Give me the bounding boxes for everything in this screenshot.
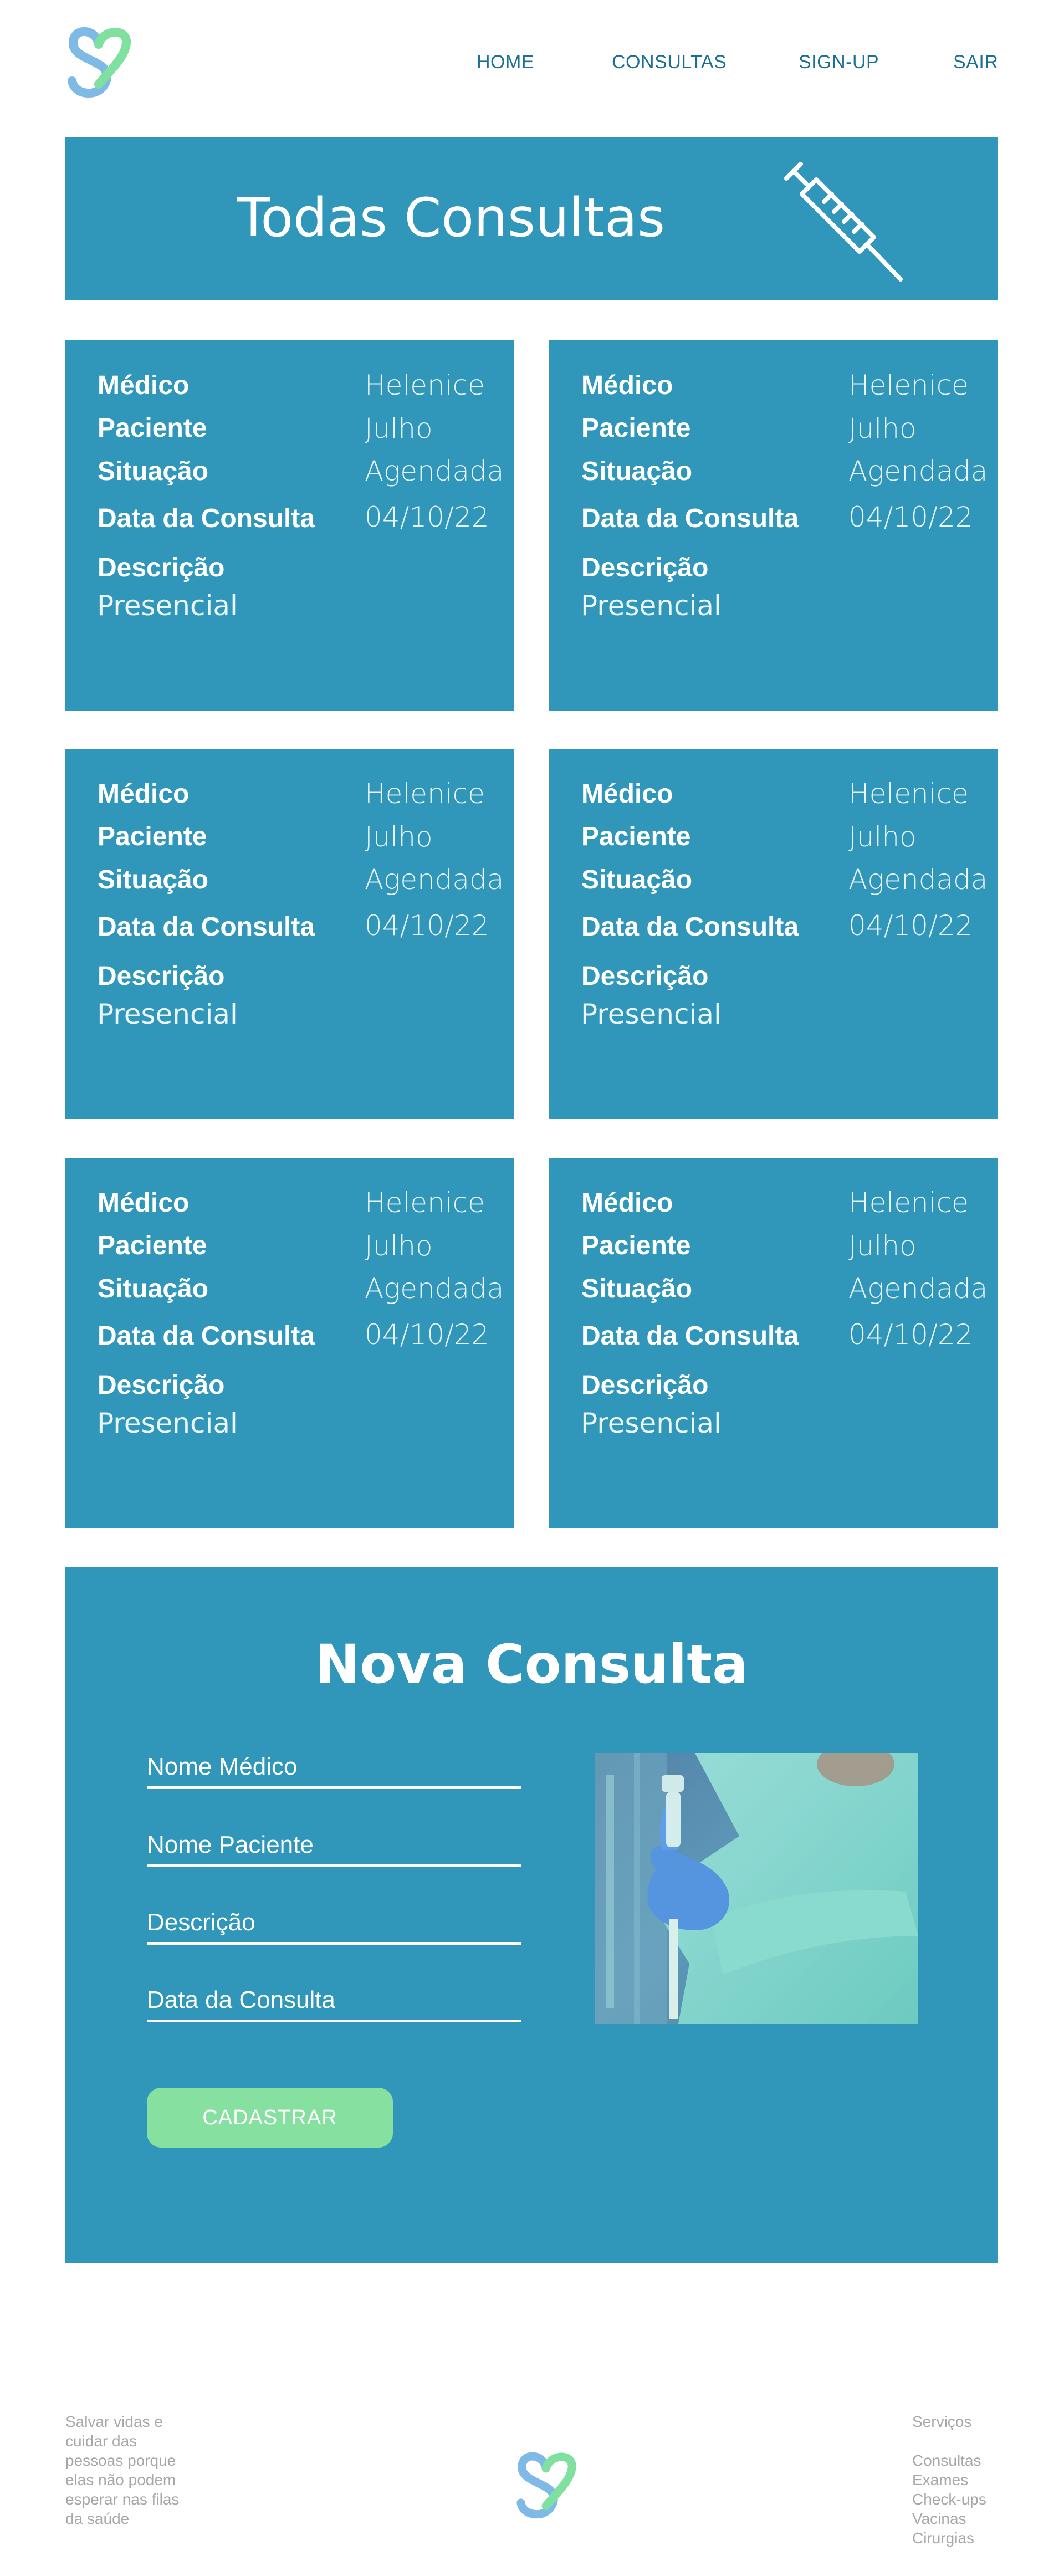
footer-link-consultas[interactable]: Consultas — [912, 2451, 1023, 2470]
data-value: 04/10/22 — [365, 909, 489, 942]
medico-value: Helenice — [365, 1187, 485, 1219]
data-label: Data da Consulta — [98, 504, 315, 533]
situacao-value: Agendada — [365, 1272, 504, 1305]
medico-label: Médico — [98, 779, 190, 809]
heart-s-logo-icon[interactable] — [514, 2449, 580, 2519]
descricao-value: Presencial — [581, 1407, 722, 1439]
situacao-label: Situação — [581, 1274, 693, 1304]
main-nav: HOME CONSULTAS SIGN-UP SAIR — [0, 49, 1064, 75]
situacao-value: Agendada — [365, 455, 504, 487]
data-value: 04/10/22 — [365, 1318, 489, 1351]
paciente-label: Paciente — [581, 822, 691, 851]
situacao-value: Agendada — [848, 455, 988, 487]
footer-link-cirurgias[interactable]: Cirurgias — [912, 2528, 1023, 2548]
paciente-label: Paciente — [98, 413, 207, 443]
data-label: Data da Consulta — [98, 1321, 315, 1351]
consulta-card: Médico Helenice Paciente Julho Situação … — [549, 1158, 998, 1528]
descricao-label: Descrição — [581, 962, 709, 991]
nav-signup-link[interactable]: SIGN-UP — [799, 49, 879, 75]
descricao-value: Presencial — [581, 590, 722, 622]
medico-label: Médico — [581, 779, 673, 809]
page-title: Todas Consultas — [237, 187, 665, 249]
footer-link-exames[interactable]: Exames — [912, 2470, 1023, 2490]
paciente-value: Julho — [848, 1230, 917, 1262]
medico-label: Médico — [98, 371, 190, 400]
footer-tagline: Salvar vidas e cuidar das pessoas porque… — [65, 2413, 180, 2527]
data-consulta-input[interactable] — [147, 1984, 521, 2022]
cadastrar-button[interactable]: CADASTRAR — [147, 2088, 393, 2148]
data-value: 04/10/22 — [848, 909, 973, 942]
page-banner: Todas Consultas — [65, 137, 998, 300]
lab-technician-photo — [595, 1753, 918, 2024]
situacao-label: Situação — [98, 457, 209, 486]
medico-value: Helenice — [365, 778, 485, 810]
situacao-value: Agendada — [365, 863, 504, 896]
data-label: Data da Consulta — [581, 912, 799, 942]
medico-label: Médico — [581, 1188, 673, 1218]
paciente-value: Julho — [365, 1230, 433, 1262]
syringe-icon — [784, 162, 903, 282]
data-value: 04/10/22 — [848, 501, 973, 533]
descricao-value: Presencial — [97, 1407, 238, 1439]
consulta-card: Médico Helenice Paciente Julho Situação … — [549, 340, 998, 711]
descricao-label: Descrição — [98, 553, 225, 582]
nav-consultas-link[interactable]: CONSULTAS — [612, 49, 727, 75]
nav-sair-link[interactable]: SAIR — [953, 49, 998, 75]
paciente-label: Paciente — [581, 1231, 691, 1260]
data-label: Data da Consulta — [98, 912, 315, 942]
consulta-card: Médico Helenice Paciente Julho Situação … — [65, 340, 514, 711]
consulta-card: Médico Helenice Paciente Julho Situação … — [65, 749, 514, 1119]
situacao-label: Situação — [98, 865, 209, 895]
data-label: Data da Consulta — [581, 504, 799, 533]
medico-value: Helenice — [848, 778, 969, 810]
footer-services-heading: Serviços — [912, 2413, 972, 2430]
medico-value: Helenice — [848, 369, 969, 401]
situacao-label: Situação — [581, 457, 693, 486]
paciente-label: Paciente — [98, 1231, 207, 1260]
descricao-value: Presencial — [581, 998, 722, 1030]
medico-label: Médico — [98, 1188, 190, 1218]
descricao-value: Presencial — [97, 998, 238, 1030]
situacao-label: Situação — [98, 1274, 209, 1304]
descricao-label: Descrição — [581, 1371, 709, 1400]
footer-link-vacinas[interactable]: Vacinas — [912, 2509, 1023, 2528]
situacao-label: Situação — [581, 865, 693, 895]
data-value: 04/10/22 — [365, 501, 489, 533]
paciente-value: Julho — [365, 412, 433, 444]
consulta-card: Médico Helenice Paciente Julho Situação … — [549, 749, 998, 1119]
site-header: HOME CONSULTAS SIGN-UP SAIR — [0, 0, 1064, 127]
nome-medico-input[interactable] — [147, 1750, 521, 1789]
nova-consulta-form: Nova Consulta CADASTRAR — [65, 1567, 998, 2263]
medico-value: Helenice — [848, 1187, 969, 1219]
paciente-value: Julho — [848, 821, 917, 853]
footer-services: Serviços Consultas Exames Check-ups Vaci… — [912, 2412, 1023, 2548]
data-label: Data da Consulta — [581, 1321, 799, 1351]
descricao-label: Descrição — [581, 553, 709, 582]
situacao-value: Agendada — [848, 1272, 988, 1305]
descricao-label: Descrição — [98, 962, 225, 991]
footer-link-check-ups[interactable]: Check-ups — [912, 2490, 1023, 2509]
medico-value: Helenice — [365, 369, 485, 401]
situacao-value: Agendada — [848, 863, 988, 896]
form-title: Nova Consulta — [315, 1633, 748, 1695]
paciente-value: Julho — [365, 821, 433, 853]
paciente-value: Julho — [848, 412, 917, 444]
data-value: 04/10/22 — [848, 1318, 973, 1351]
paciente-label: Paciente — [581, 413, 691, 443]
descricao-value: Presencial — [97, 590, 238, 622]
consulta-card: Médico Helenice Paciente Julho Situação … — [65, 1158, 514, 1528]
descricao-input[interactable] — [147, 1906, 521, 1945]
nav-home-link[interactable]: HOME — [477, 49, 534, 75]
descricao-label: Descrição — [98, 1371, 225, 1400]
paciente-label: Paciente — [98, 822, 207, 851]
nome-paciente-input[interactable] — [147, 1828, 521, 1867]
medico-label: Médico — [581, 371, 673, 400]
footer-services-list: Consultas Exames Check-ups Vacinas Cirur… — [912, 2451, 1023, 2548]
